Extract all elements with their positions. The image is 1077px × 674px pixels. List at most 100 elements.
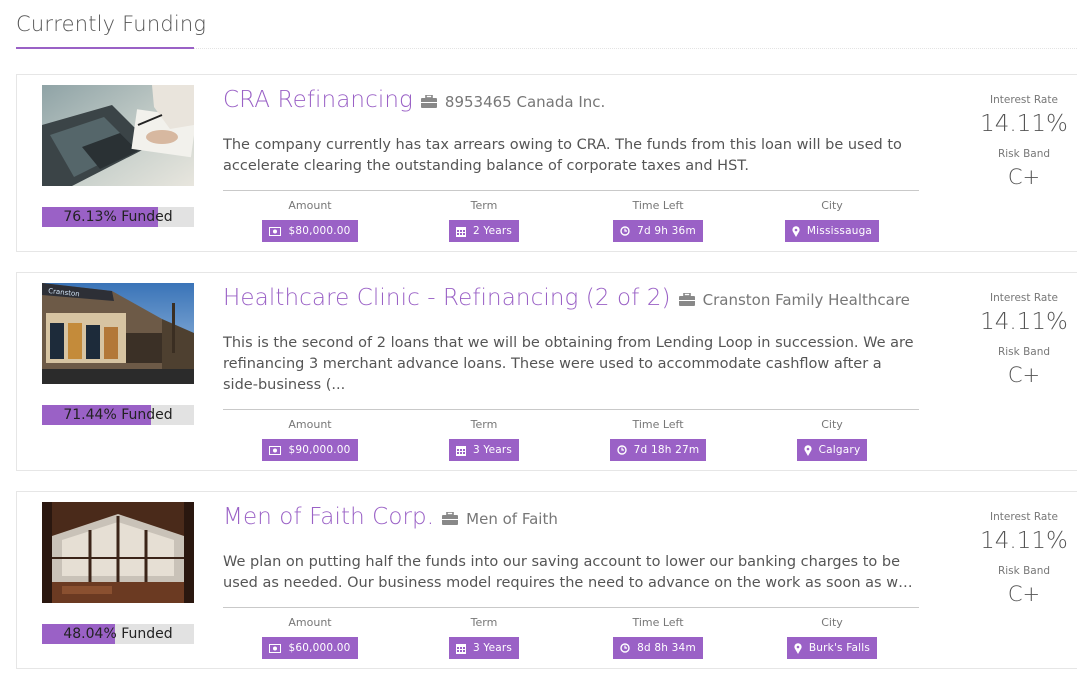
time-left-badge: 8d 8h 34m: [613, 637, 703, 659]
money-icon: [269, 445, 282, 455]
loan-image-cabin[interactable]: [42, 502, 194, 603]
briefcase-icon: [420, 93, 437, 112]
interest-rate-label: Interest Rate: [990, 511, 1058, 523]
loan-description: We plan on putting half the funds into o…: [223, 554, 907, 591]
company-name: Men of Faith: [466, 510, 558, 528]
stat-city: City Burk's Falls: [745, 615, 919, 659]
risk-band-label: Risk Band: [997, 148, 1051, 160]
stat-label: Amount: [288, 418, 332, 431]
risk-band-value: C+: [1007, 165, 1041, 189]
loan-title-link[interactable]: Men of Faith Corp.: [223, 504, 434, 530]
briefcase-icon: [678, 291, 695, 310]
rate-panel: Interest Rate 14.11% Risk Band C+: [957, 291, 1077, 389]
stats-divider: [223, 190, 919, 191]
stat-label: Term: [470, 199, 498, 212]
term-badge: 2 Years: [448, 220, 520, 242]
loan-stats: Amount $60,000.00 Term 3 Years Time Left…: [223, 615, 919, 659]
stat-time-left: Time Left 7d 9h 36m: [571, 198, 745, 242]
funding-progress: 71.44% Funded: [42, 405, 194, 425]
loan-card[interactable]: 48.04% Funded Men of Faith Corp. Men of …: [16, 491, 1077, 669]
funding-progress: 76.13% Funded: [42, 207, 194, 227]
loan-stats: Amount $80,000.00 Term 2 Years Time Left…: [223, 198, 919, 242]
money-icon: [269, 643, 282, 653]
amount-badge: $90,000.00: [262, 439, 358, 461]
risk-band-label: Risk Band: [997, 346, 1051, 358]
loan-card[interactable]: 76.13% Funded CRA Refinancing 8953465 Ca…: [16, 74, 1077, 252]
stat-amount: Amount $90,000.00: [223, 417, 397, 461]
city-badge: Mississauga: [784, 220, 880, 242]
stat-term: Term 3 Years: [397, 417, 571, 461]
section-title: Currently Funding: [16, 12, 207, 36]
funded-label: 48.04% Funded: [63, 626, 173, 642]
stat-label: Time Left: [632, 199, 684, 212]
interest-rate-value: 14.11%: [980, 528, 1068, 554]
section-header: Currently Funding: [16, 12, 1077, 50]
time-left-badge: 7d 9h 36m: [613, 220, 703, 242]
clock-icon: [620, 643, 630, 653]
clock-icon: [616, 445, 627, 455]
stats-divider: [223, 607, 919, 608]
city-badge: Burk's Falls: [786, 637, 878, 659]
loan-stats: Amount $90,000.00 Term 3 Years Time Left…: [223, 417, 919, 461]
stat-time-left: Time Left 8d 8h 34m: [571, 615, 745, 659]
map-pin-icon: [792, 225, 800, 237]
loan-title-link[interactable]: Healthcare Clinic - Refinancing (2 of 2): [223, 285, 671, 311]
amount-badge: $60,000.00: [262, 637, 358, 659]
stat-label: City: [821, 616, 843, 629]
risk-band-value: C+: [1007, 582, 1041, 606]
risk-band-value: C+: [1007, 363, 1041, 387]
interest-rate-label: Interest Rate: [990, 94, 1058, 106]
risk-band-label: Risk Band: [997, 565, 1051, 577]
money-icon: [269, 226, 282, 236]
term-badge: 3 Years: [448, 637, 520, 659]
loan-title-row: Healthcare Clinic - Refinancing (2 of 2)…: [223, 285, 910, 311]
loan-description: This is the second of 2 loans that we wi…: [223, 335, 914, 393]
loan-card[interactable]: Cranston 71.44% Funded Healthcare Clinic…: [16, 272, 1077, 471]
company-name: Cranston Family Healthcare: [702, 291, 910, 309]
term-badge: 3 Years: [448, 439, 520, 461]
funded-label: 76.13% Funded: [63, 209, 173, 225]
loan-image-laptop[interactable]: [42, 85, 194, 186]
loan-image-clinic[interactable]: Cranston: [42, 283, 194, 384]
funded-label: 71.44% Funded: [63, 407, 173, 423]
stat-term: Term 2 Years: [397, 198, 571, 242]
map-pin-icon: [794, 642, 802, 654]
stat-label: Time Left: [632, 616, 684, 629]
title-divider: [194, 48, 1077, 49]
stat-amount: Amount $80,000.00: [223, 198, 397, 242]
loan-description: The company currently has tax arrears ow…: [223, 137, 902, 174]
stat-label: Term: [470, 418, 498, 431]
stat-time-left: Time Left 7d 18h 27m: [571, 417, 745, 461]
city-badge: Calgary: [796, 439, 868, 461]
briefcase-icon: [442, 510, 459, 529]
stat-label: Amount: [288, 199, 332, 212]
map-pin-icon: [804, 444, 812, 456]
loan-title-row: Men of Faith Corp. Men of Faith: [223, 504, 558, 530]
interest-rate-label: Interest Rate: [990, 292, 1058, 304]
stat-label: Time Left: [632, 418, 684, 431]
clock-icon: [620, 226, 630, 236]
stat-term: Term 3 Years: [397, 615, 571, 659]
stat-label: City: [821, 199, 843, 212]
amount-badge: $80,000.00: [262, 220, 358, 242]
calendar-icon: [455, 226, 466, 237]
calendar-icon: [455, 445, 466, 456]
title-underline: [16, 47, 194, 49]
rate-panel: Interest Rate 14.11% Risk Band C+: [957, 510, 1077, 608]
stat-city: City Calgary: [745, 417, 919, 461]
stat-amount: Amount $60,000.00: [223, 615, 397, 659]
stat-label: Term: [470, 616, 498, 629]
stat-label: City: [821, 418, 843, 431]
time-left-badge: 7d 18h 27m: [609, 439, 707, 461]
stat-label: Amount: [288, 616, 332, 629]
stats-divider: [223, 409, 919, 410]
interest-rate-value: 14.11%: [980, 309, 1068, 335]
loan-title-row: CRA Refinancing 8953465 Canada Inc.: [223, 87, 605, 113]
stat-city: City Mississauga: [745, 198, 919, 242]
loan-title-link[interactable]: CRA Refinancing: [223, 87, 413, 113]
interest-rate-value: 14.11%: [980, 111, 1068, 137]
calendar-icon: [455, 643, 466, 654]
funding-progress: 48.04% Funded: [42, 624, 194, 644]
rate-panel: Interest Rate 14.11% Risk Band C+: [957, 93, 1077, 191]
company-name: 8953465 Canada Inc.: [444, 93, 606, 111]
